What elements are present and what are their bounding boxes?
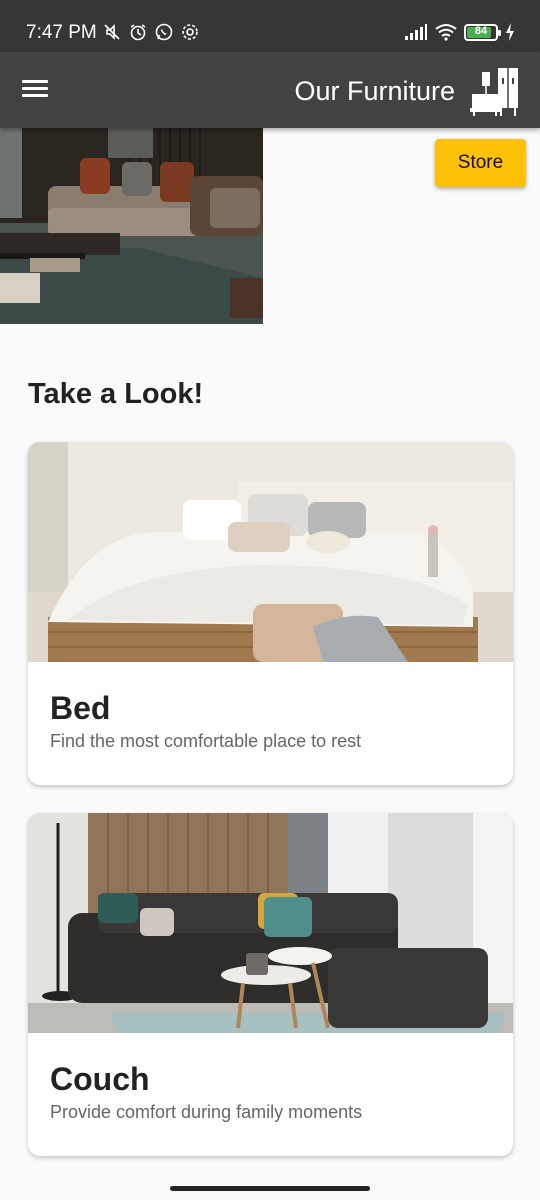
app-title: Our Furniture (294, 76, 455, 106)
store-button[interactable]: Store (435, 139, 526, 187)
status-left-icons (102, 22, 200, 42)
couch-photo (28, 813, 513, 1033)
card-title: Couch (50, 1061, 150, 1097)
wifi-icon (435, 24, 457, 41)
battery-level: 84 (474, 24, 488, 37)
status-bar: 7:47 PM 84 (0, 0, 540, 52)
battery-icon: 84 (464, 23, 501, 41)
living-room-photo (0, 128, 263, 324)
signal-icon (405, 24, 427, 40)
home-indicator[interactable] (170, 1186, 370, 1191)
card-subtitle: Provide comfort during family moments (50, 1102, 363, 1122)
status-time: 7:47 PM (26, 22, 97, 43)
charging-icon (506, 23, 514, 41)
settings-icon (182, 24, 198, 40)
couch-card[interactable]: Couch Provide comfort during family mome… (28, 813, 513, 1156)
alarm-icon (130, 24, 146, 41)
card-title: Bed (50, 690, 111, 726)
furniture-logo-icon (470, 68, 518, 116)
menu-icon[interactable] (22, 76, 54, 104)
mute-icon (104, 24, 120, 40)
app-bar: Our Furniture (0, 52, 540, 128)
status-right-icons: 84 (404, 22, 516, 42)
battery-tip (498, 29, 501, 36)
section-title: Take a Look! (28, 378, 204, 410)
bed-card[interactable]: Bed Find the most comfortable place to r… (28, 442, 513, 785)
card-subtitle: Find the most comfortable place to rest (50, 731, 362, 751)
bed-photo (28, 442, 513, 662)
whatsapp-icon (155, 23, 173, 41)
hero-image (0, 128, 263, 324)
